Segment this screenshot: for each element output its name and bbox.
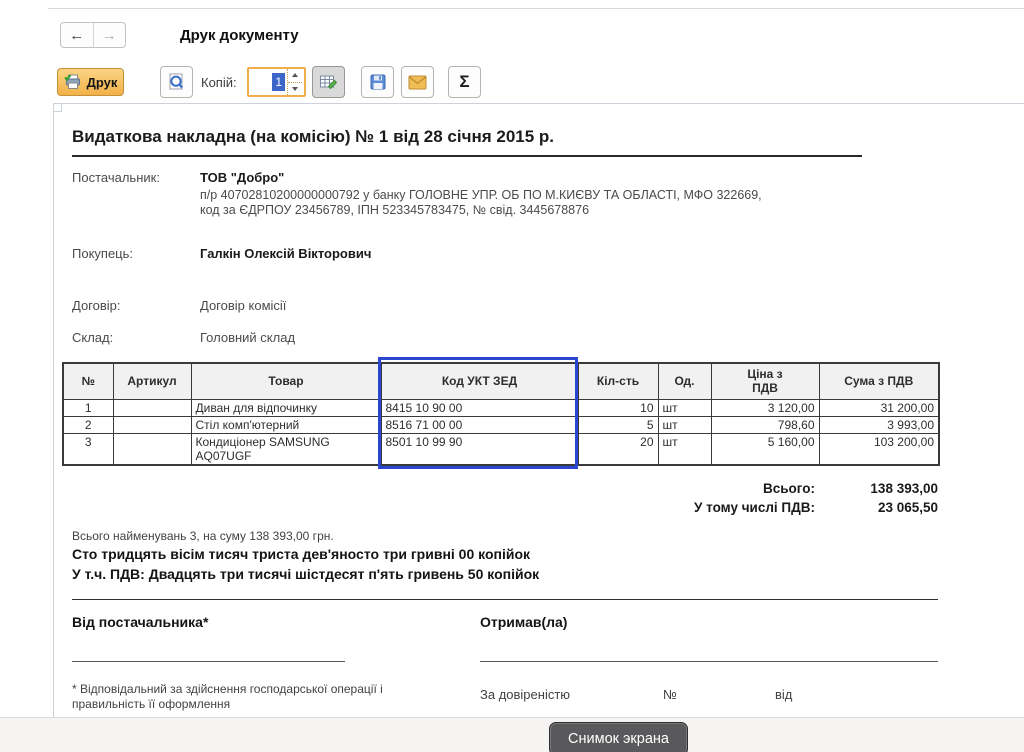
col-price: Ціна з ПДВ bbox=[711, 363, 819, 399]
stepper-down-icon[interactable] bbox=[288, 83, 302, 96]
print-preview-button[interactable] bbox=[160, 66, 193, 98]
document-area-top-border bbox=[53, 103, 1024, 104]
copies-value: 1 bbox=[272, 73, 285, 91]
print-button-label: Друк bbox=[87, 75, 118, 90]
document-title: Видаткова накладна (на комісію) № 1 від … bbox=[72, 127, 554, 147]
document-corner-notch bbox=[54, 104, 62, 112]
document-area-left-border bbox=[53, 103, 54, 718]
email-button[interactable] bbox=[401, 66, 434, 98]
supplier-details-2: код за ЄДРПОУ 23456789, ІПН 523345783475… bbox=[200, 203, 589, 218]
stepper-arrows bbox=[287, 69, 302, 95]
proxy-label: За довіреністю bbox=[480, 687, 570, 702]
buyer-label: Покупець: bbox=[72, 246, 133, 261]
print-button[interactable]: Друк bbox=[57, 68, 124, 96]
forward-button[interactable]: → bbox=[94, 23, 126, 47]
title-underline bbox=[72, 155, 862, 157]
save-button[interactable] bbox=[361, 66, 394, 98]
table-settings-icon bbox=[319, 73, 338, 92]
top-divider bbox=[48, 8, 1024, 9]
items-summary: Всього найменувань 3, на суму 138 393,00… bbox=[72, 529, 334, 543]
stepper-up-icon[interactable] bbox=[288, 69, 302, 83]
total-value: 138 393,00 bbox=[815, 479, 938, 498]
screenshot-button[interactable]: Снимок экрана bbox=[549, 722, 688, 752]
receiver-signature-title: Отримав(ла) bbox=[480, 614, 567, 630]
vat-in-words: У т.ч. ПДВ: Двадцять три тисячі шістдеся… bbox=[72, 566, 539, 582]
signature-divider bbox=[72, 599, 938, 600]
col-article: Артикул bbox=[113, 363, 191, 399]
totals-block: Всього: 138 393,00 У тому числі ПДВ: 23 … bbox=[560, 479, 938, 517]
supplier-signature-line bbox=[72, 661, 345, 662]
col-unit: Од. bbox=[658, 363, 711, 399]
save-icon bbox=[369, 73, 387, 91]
table-settings-button[interactable] bbox=[312, 66, 345, 98]
sum-button[interactable]: Σ bbox=[448, 66, 481, 98]
printer-icon bbox=[64, 74, 82, 90]
print-preview-icon bbox=[167, 73, 186, 92]
sigma-icon: Σ bbox=[459, 72, 469, 92]
vat-value: 23 065,50 bbox=[815, 498, 938, 517]
responsibility-footnote: * Відповідальний за здійснення господарс… bbox=[72, 682, 422, 712]
contract-label: Договір: bbox=[72, 298, 121, 313]
proxy-number-label: № bbox=[663, 687, 677, 702]
copies-stepper[interactable]: 1 bbox=[247, 67, 306, 97]
warehouse-value: Головний склад bbox=[200, 330, 295, 345]
vat-label: У тому числі ПДВ: bbox=[560, 498, 815, 517]
warehouse-label: Склад: bbox=[72, 330, 113, 345]
amount-in-words: Сто тридцять вісім тисяч триста дев'янос… bbox=[72, 546, 530, 562]
nav-history-group: ← → bbox=[60, 22, 126, 48]
ukt-code-column-highlight bbox=[378, 357, 578, 469]
supplier-signature-title: Від постачальника* bbox=[72, 614, 208, 630]
col-num: № bbox=[63, 363, 113, 399]
buyer-value: Галкін Олексій Вікторович bbox=[200, 246, 371, 261]
copies-label: Копій: bbox=[201, 75, 237, 90]
page-title: Друк документу bbox=[180, 27, 299, 44]
total-label: Всього: bbox=[560, 479, 815, 498]
col-qty: Кіл-сть bbox=[578, 363, 658, 399]
col-sum: Сума з ПДВ bbox=[819, 363, 939, 399]
email-icon bbox=[408, 75, 427, 90]
print-document-window: ← → Друк документу Друк Копій: 1 bbox=[0, 0, 1024, 752]
contract-value: Договір комісії bbox=[200, 298, 286, 313]
supplier-details-1: п/р 40702810200000000792 у банку ГОЛОВНЕ… bbox=[200, 188, 762, 203]
back-button[interactable]: ← bbox=[61, 23, 94, 47]
supplier-value: ТОВ "Добро" bbox=[200, 170, 284, 185]
receiver-signature-line bbox=[480, 661, 938, 662]
bottom-strip bbox=[0, 718, 1024, 752]
proxy-from-label: від bbox=[775, 687, 792, 702]
copies-input[interactable]: 1 bbox=[249, 69, 287, 95]
col-product: Товар bbox=[191, 363, 381, 399]
supplier-label: Постачальник: bbox=[72, 170, 160, 185]
